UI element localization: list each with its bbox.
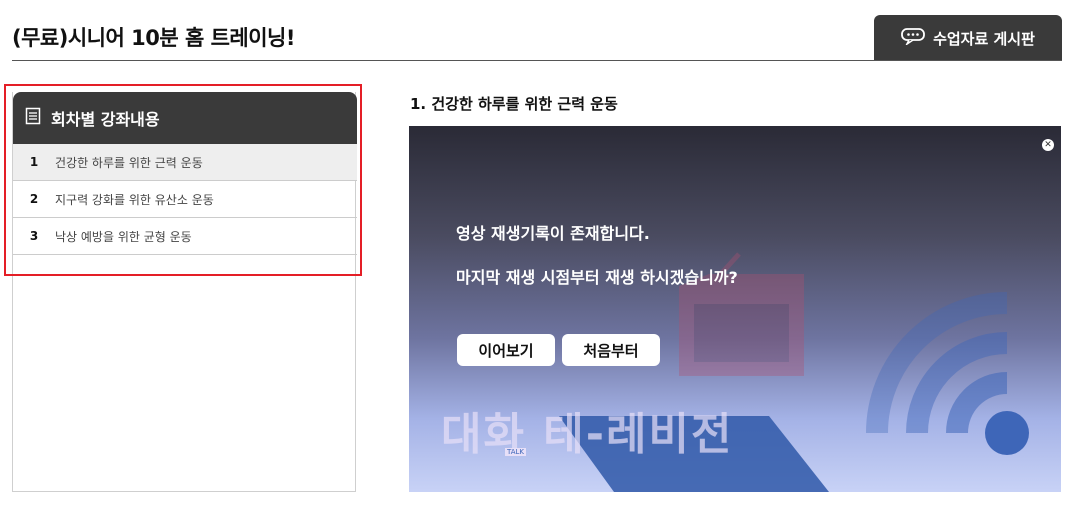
- restart-button[interactable]: 처음부터: [562, 334, 660, 366]
- brand-watermark: 대화 테-레비전: [441, 409, 734, 460]
- lesson-list: 1 건강한 하루를 위한 근력 운동 2 지구력 강화를 위한 유산소 운동 3…: [13, 144, 357, 255]
- sidebar-header: 회차별 강좌내용: [13, 92, 357, 144]
- lesson-label: 낙상 예방을 위한 균형 운동: [55, 229, 192, 244]
- class-board-label: 수업자료 게시판: [933, 29, 1035, 48]
- resume-question: 마지막 재생 시점부터 재생 하시겠습니까?: [456, 268, 738, 287]
- lesson-number: 1: [29, 155, 39, 169]
- title-divider: [12, 60, 1062, 61]
- video-player[interactable]: 대화 테-레비전 TALK ✕ 영상 재생기록이 존재합니다. 마지막 재생 시…: [409, 126, 1061, 492]
- lesson-number: 2: [29, 192, 39, 206]
- resume-button[interactable]: 이어보기: [457, 334, 555, 366]
- video-title: 1. 건강한 하루를 위한 근력 운동: [410, 95, 618, 113]
- page-title: (무료)시니어 10분 홈 트레이닝!: [12, 26, 295, 50]
- lesson-label: 지구력 강화를 위한 유산소 운동: [55, 192, 214, 207]
- lesson-label: 건강한 하루를 위한 근력 운동: [55, 155, 203, 170]
- signal-waves-icon: [866, 292, 1029, 455]
- lesson-item-2[interactable]: 2 지구력 강화를 위한 유산소 운동: [13, 181, 357, 218]
- lesson-number: 3: [29, 229, 39, 243]
- lesson-sidebar: 회차별 강좌내용 1 건강한 하루를 위한 근력 운동 2 지구력 강화를 위한…: [12, 92, 357, 492]
- class-board-button[interactable]: 수업자료 게시판: [874, 15, 1062, 61]
- talk-tag: TALK: [505, 448, 527, 456]
- resume-message: 영상 재생기록이 존재합니다.: [456, 224, 650, 243]
- sidebar-title: 회차별 강좌내용: [51, 110, 160, 129]
- lesson-item-1[interactable]: 1 건강한 하루를 위한 근력 운동: [13, 144, 357, 181]
- lesson-item-3[interactable]: 3 낙상 예방을 위한 균형 운동: [13, 218, 357, 255]
- close-icon[interactable]: ✕: [1042, 139, 1054, 151]
- document-list-icon: [25, 107, 41, 129]
- chat-bubble-icon: [901, 27, 925, 49]
